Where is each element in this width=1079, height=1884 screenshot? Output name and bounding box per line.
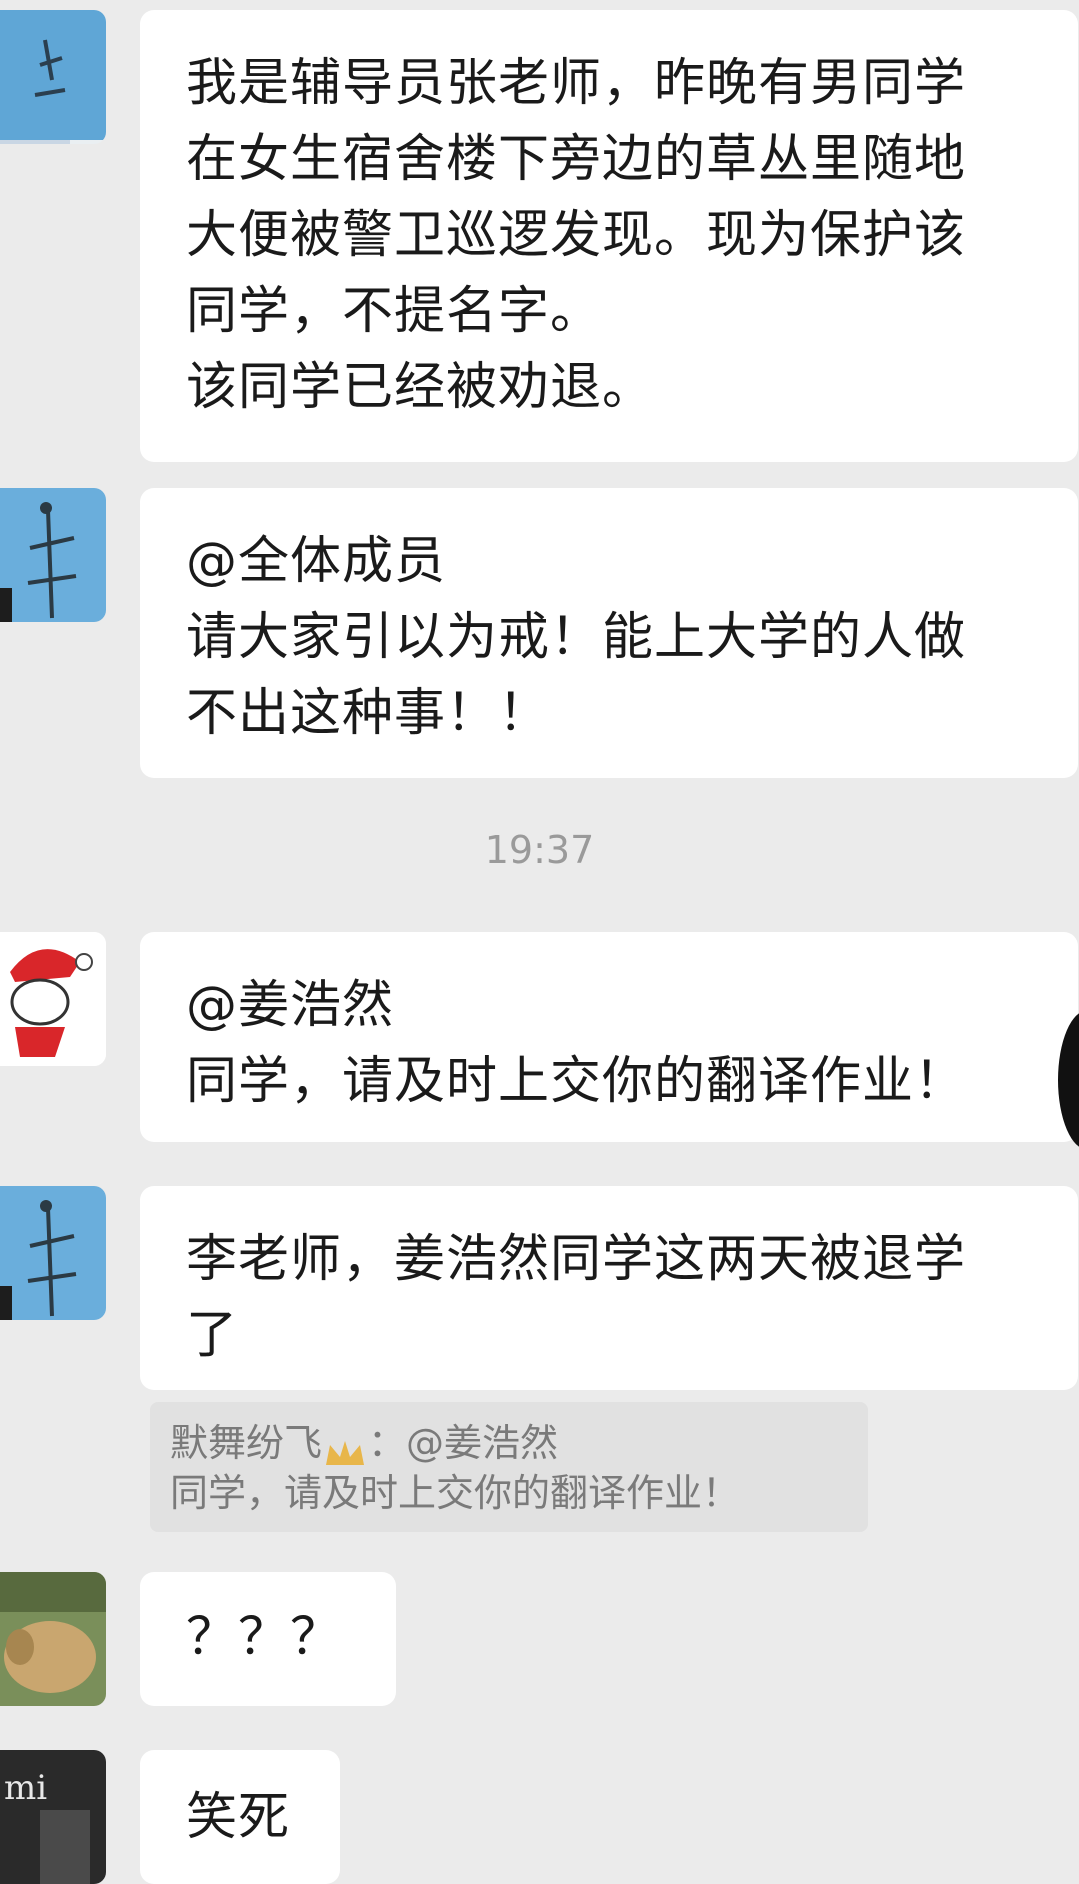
quote-text: 同学，请及时上交你的翻译作业！ bbox=[170, 1471, 741, 1515]
message-text: 在女生宿舍楼下旁边的草丛里随地 bbox=[186, 130, 967, 189]
crown-icon bbox=[322, 1431, 368, 1465]
message-bubble[interactable]: 笑死 bbox=[140, 1750, 340, 1884]
mention-user[interactable]: @姜浩然 bbox=[186, 968, 1032, 1044]
message-text: 同学，请及时上交你的翻译作业！ bbox=[186, 1052, 967, 1111]
avatar-santa[interactable] bbox=[0, 932, 106, 1066]
message-text: 请大家引以为戒！能上大学的人做 bbox=[186, 608, 967, 667]
message-text: 笑死 bbox=[186, 1788, 291, 1847]
message-text: 了 bbox=[186, 1306, 239, 1365]
quote-header: 默舞纷飞 ：@姜浩然 bbox=[170, 1418, 848, 1468]
avatar-bird[interactable] bbox=[0, 488, 106, 622]
avatar-blurred[interactable] bbox=[0, 10, 106, 144]
avatar-text: mi bbox=[4, 1768, 48, 1808]
message-bubble[interactable]: 我是辅导员张老师，昨晚有男同学 在女生宿舍楼下旁边的草丛里随地 大便被警卫巡逻发… bbox=[140, 10, 1078, 462]
message-bubble[interactable]: ？？？ bbox=[140, 1572, 396, 1706]
message-bubble[interactable]: @姜浩然 同学，请及时上交你的翻译作业！ bbox=[140, 932, 1078, 1142]
timestamp: 19:37 bbox=[484, 828, 595, 872]
mention-all[interactable]: @全体成员 bbox=[186, 524, 1032, 600]
message-text: 我是辅导员张老师，昨晚有男同学 bbox=[186, 54, 967, 113]
message-bubble[interactable]: 李老师，姜浩然同学这两天被退学 了 bbox=[140, 1186, 1078, 1390]
avatar-mi[interactable]: mi bbox=[0, 1750, 106, 1884]
quote-sender: 默舞纷飞 bbox=[170, 1421, 323, 1465]
message-text: 同学，不提名字。 bbox=[186, 282, 603, 341]
quoted-message[interactable]: 默舞纷飞 ：@姜浩然 同学，请及时上交你的翻译作业！ bbox=[150, 1402, 868, 1532]
quote-mention: ：@姜浩然 bbox=[368, 1421, 559, 1465]
message-text: ？？？ bbox=[186, 1608, 343, 1667]
avatar-dog[interactable] bbox=[0, 1572, 106, 1706]
message-text: 该同学已经被劝退。 bbox=[186, 358, 655, 417]
message-text: 大便被警卫巡逻发现。现为保护该 bbox=[186, 206, 967, 265]
message-text: 李老师，姜浩然同学这两天被退学 bbox=[186, 1230, 967, 1289]
message-text: 不出这种事！！ bbox=[186, 684, 551, 743]
message-bubble[interactable]: @全体成员 请大家引以为戒！能上大学的人做 不出这种事！！ bbox=[140, 488, 1078, 778]
avatar-bird[interactable] bbox=[0, 1186, 106, 1320]
